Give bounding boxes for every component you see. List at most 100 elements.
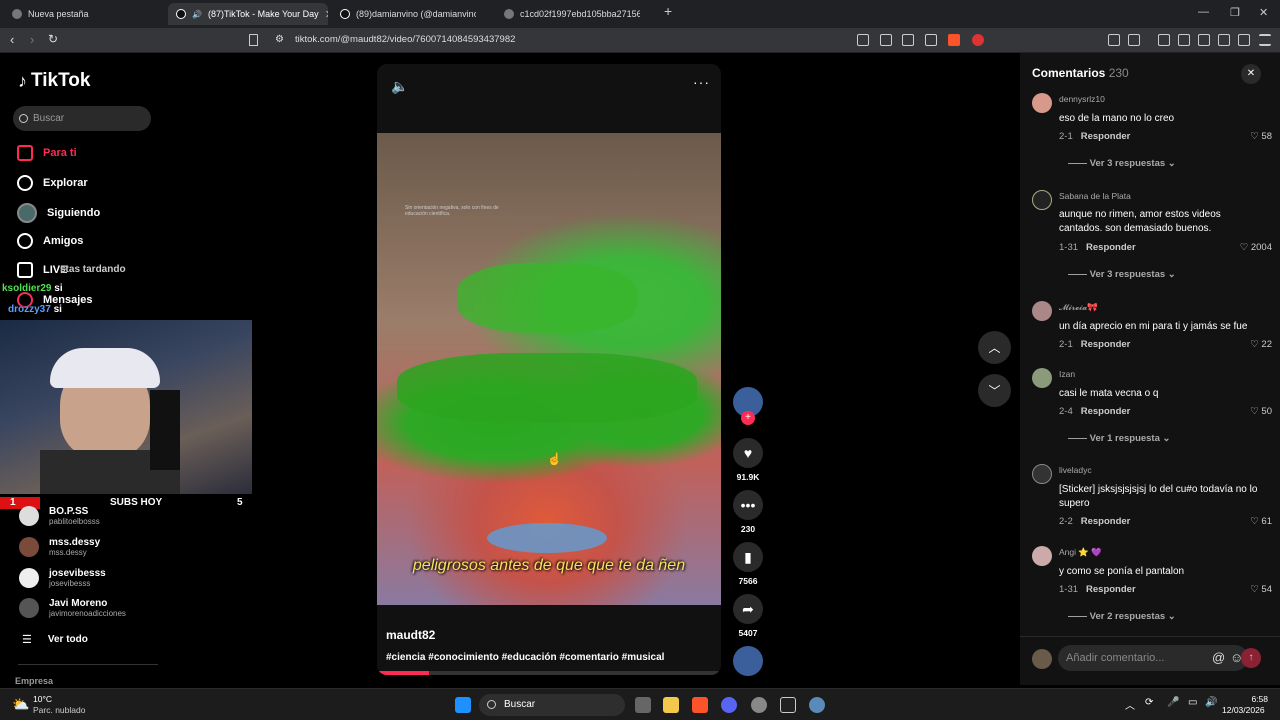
- reply-button[interactable]: Responder: [1081, 516, 1131, 527]
- translate-icon[interactable]: [880, 34, 892, 46]
- screen-icon[interactable]: [902, 34, 914, 46]
- reply-button[interactable]: Responder: [1086, 242, 1136, 253]
- site-info-icon[interactable]: ⚙: [275, 34, 284, 45]
- volume-icon[interactable]: 🔊: [1205, 697, 1217, 708]
- view-replies-button[interactable]: —— Ver 1 respuesta ⌄: [1068, 433, 1171, 444]
- search-input[interactable]: Buscar: [13, 106, 151, 131]
- send-comment-button[interactable]: ↑: [1241, 648, 1261, 668]
- taskbar-search[interactable]: Buscar: [479, 694, 625, 716]
- comment-user[interactable]: 𝓜𝓲𝓻𝓮𝓲𝓪🎀: [1059, 302, 1098, 313]
- avatar[interactable]: [1032, 368, 1052, 388]
- reload-icon[interactable]: ↻: [48, 32, 58, 46]
- comment-like[interactable]: ♡ 50: [1250, 406, 1272, 417]
- following-item[interactable]: Javi Moreno javimorenoadicciones: [19, 598, 126, 618]
- avatar[interactable]: [1032, 93, 1052, 113]
- extensions-icon[interactable]: [1108, 34, 1120, 46]
- video-hashtags[interactable]: #ciencia #conocimiento #educación #comen…: [386, 652, 664, 663]
- creator-avatar[interactable]: +: [733, 387, 763, 425]
- clock-time[interactable]: 6:58: [1238, 694, 1268, 704]
- footer-link[interactable]: Empresa: [15, 676, 53, 686]
- sidebar-item-para-ti[interactable]: Para ti: [17, 145, 77, 161]
- discord-icon[interactable]: [721, 697, 737, 713]
- screenshot-icon[interactable]: [1128, 34, 1140, 46]
- comment-like[interactable]: ♡ 2004: [1240, 242, 1272, 253]
- comment-input[interactable]: Añadir comentario... @ ☺: [1058, 645, 1248, 671]
- clock-date[interactable]: 12/03/2026: [1222, 705, 1265, 715]
- avatar[interactable]: [1032, 546, 1052, 566]
- view-replies-button[interactable]: —— Ver 3 respuestas ⌄: [1068, 269, 1176, 280]
- minimize-icon[interactable]: —: [1198, 6, 1209, 18]
- translate-off-icon[interactable]: [857, 34, 869, 46]
- brave-browser-icon[interactable]: [692, 697, 708, 713]
- settings-icon[interactable]: [809, 697, 825, 713]
- close-tab-icon[interactable]: ✕: [325, 8, 328, 21]
- comment-user[interactable]: Sabana de la Plata: [1059, 191, 1131, 201]
- comment-user[interactable]: Angi ⭐ 💜: [1059, 547, 1102, 558]
- file-explorer-icon[interactable]: [663, 697, 679, 713]
- comment-user[interactable]: Izan: [1059, 369, 1075, 379]
- video-progress-bar[interactable]: [377, 671, 721, 675]
- tab-tiktok[interactable]: 🔊 (87)TikTok - Make Your Day ✕: [168, 3, 328, 25]
- save-button[interactable]: ▮ 7566: [733, 542, 763, 586]
- next-video-button[interactable]: ﹀: [978, 374, 1011, 407]
- like-button[interactable]: ♥ 91.9K: [733, 438, 763, 482]
- see-all-link[interactable]: ☰ Ver todo: [22, 633, 88, 646]
- maximize-icon[interactable]: ❐: [1230, 6, 1240, 19]
- tab-hash[interactable]: c1cd02f1997ebd105bba27156ef782c: [496, 3, 656, 25]
- music-icon[interactable]: [1158, 34, 1170, 46]
- microphone-icon[interactable]: 🎤: [1167, 697, 1179, 708]
- comment-button[interactable]: ••• 230: [733, 490, 763, 534]
- following-item[interactable]: josevibesss josevibesss: [19, 568, 106, 588]
- comment-user[interactable]: liveladyc: [1059, 465, 1092, 475]
- volume-icon[interactable]: 🔈: [391, 78, 408, 95]
- view-replies-button[interactable]: —— Ver 2 respuestas ⌄: [1068, 611, 1176, 622]
- bookmark-icon[interactable]: [249, 34, 258, 46]
- forward-icon[interactable]: ›: [30, 32, 34, 47]
- sidebar-toggle-icon[interactable]: [1178, 34, 1190, 46]
- follow-plus-icon[interactable]: +: [741, 411, 755, 425]
- reply-button[interactable]: Responder: [1086, 584, 1136, 595]
- sidebar-item-siguiendo[interactable]: Siguiendo: [17, 203, 100, 223]
- mention-icon[interactable]: @: [1212, 650, 1225, 665]
- avatar[interactable]: [1032, 190, 1052, 210]
- video-player[interactable]: 🔈 ··· Sin orientación negativa, solo con…: [377, 64, 721, 675]
- music-disc[interactable]: [733, 646, 763, 676]
- rewards-icon[interactable]: [972, 34, 984, 46]
- close-window-icon[interactable]: ✕: [1259, 6, 1268, 19]
- network-icon[interactable]: ▭: [1188, 697, 1197, 708]
- previous-video-button[interactable]: ︿: [978, 331, 1011, 364]
- tab-new-tab[interactable]: Nueva pestaña: [4, 3, 164, 25]
- vpn-icon[interactable]: [1238, 34, 1250, 46]
- more-options-icon[interactable]: ···: [693, 74, 710, 90]
- sidebar-item-amigos[interactable]: Amigos: [17, 233, 83, 249]
- avatar[interactable]: [1032, 464, 1052, 484]
- tab-damianvino[interactable]: (89)damianvino (@damianvino) | TikT: [332, 3, 492, 25]
- wallet-icon[interactable]: [1198, 34, 1210, 46]
- menu-icon[interactable]: [1259, 34, 1271, 46]
- avatar[interactable]: [1032, 301, 1052, 321]
- following-item[interactable]: BO.P.SS pablitoelbosss: [19, 506, 100, 526]
- sidebar-item-explorar[interactable]: Explorar: [17, 175, 88, 191]
- tray-icon[interactable]: ⟳: [1145, 697, 1153, 708]
- tiktok-logo[interactable]: ♪ TikTok: [18, 70, 90, 92]
- comment-like[interactable]: ♡ 61: [1250, 516, 1272, 527]
- windows-start-icon[interactable]: [455, 697, 471, 713]
- comment-like[interactable]: ♡ 58: [1250, 131, 1272, 142]
- chevron-up-icon[interactable]: ︿: [1125, 697, 1135, 712]
- comment-like[interactable]: ♡ 54: [1250, 584, 1272, 595]
- brave-shield-icon[interactable]: [948, 34, 960, 46]
- close-comments-button[interactable]: ✕: [1241, 64, 1261, 84]
- reply-button[interactable]: Responder: [1081, 339, 1131, 350]
- app-icon[interactable]: [751, 697, 767, 713]
- url-field[interactable]: tiktok.com/@maudt82/video/76007140845934…: [295, 34, 515, 45]
- share-button[interactable]: ➦ 5407: [733, 594, 763, 638]
- comment-like[interactable]: ♡ 22: [1250, 339, 1272, 350]
- ai-icon[interactable]: [1218, 34, 1230, 46]
- share-icon[interactable]: [925, 34, 937, 46]
- back-icon[interactable]: ‹: [10, 32, 14, 47]
- comment-user[interactable]: dennysrlz10: [1059, 94, 1105, 104]
- reply-button[interactable]: Responder: [1081, 131, 1131, 142]
- epic-games-icon[interactable]: [780, 697, 796, 713]
- new-tab-icon[interactable]: +: [664, 3, 672, 19]
- video-author[interactable]: maudt82: [386, 628, 435, 642]
